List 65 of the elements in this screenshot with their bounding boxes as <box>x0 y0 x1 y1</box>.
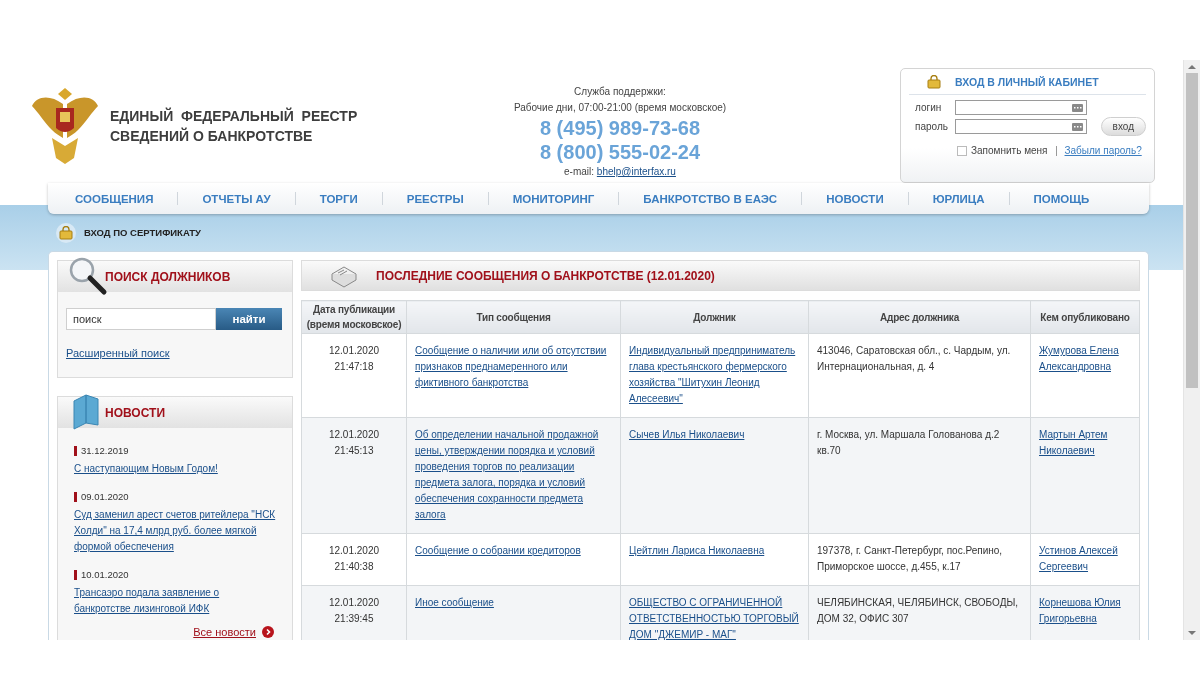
news-link[interactable]: Суд заменил арест счетов ритейлера "НСК Холди" на 17,4 млрд руб. более мягкой формой обеспечения <box>74 507 278 555</box>
address-cell: 197378, г. Санкт-Петербург, пос.Репино, Приморское шоссе, д.455, к.17 <box>808 533 1031 586</box>
time-text: 21:40:38 <box>333 560 375 574</box>
scroll-down-icon <box>1187 629 1197 637</box>
nav-link[interactable]: ЮРЛИЦА <box>908 192 1009 205</box>
site-title: ЕДИНЫЙ ФЕДЕРАЛЬНЫЙ РЕЕСТР СВЕДЕНИЙ О БАНКРОТСТВЕ <box>110 106 359 146</box>
nav-link[interactable]: РЕЕСТРЫ <box>382 192 488 205</box>
password-field[interactable] <box>954 119 1087 134</box>
nav-link[interactable]: МОНИТОРИНГ <box>488 192 619 205</box>
phone-number: 8 (495) 989-73-68 <box>538 116 702 140</box>
news-date: 31.12.2019 <box>74 446 129 456</box>
nav-link[interactable]: ОТЧЕТЫ АУ <box>178 192 295 205</box>
lock-icon <box>59 225 73 240</box>
address-cell: ЧЕЛЯБИНСКАЯ, ЧЕЛЯБИНСК, СВОБОДЫ, ДОМ 32, ОФИС 307 <box>808 585 1031 640</box>
section-title: ПОСЛЕДНИЕ СООБЩЕНИЯ О БАНКРОТСТВЕ (12.01.2020) <box>376 268 715 283</box>
nav-link[interactable]: СООБЩЕНИЯ <box>51 192 178 205</box>
login-field[interactable] <box>955 100 1087 115</box>
search-button[interactable]: найти <box>216 308 282 330</box>
login-label: логин <box>915 102 943 113</box>
nav-link[interactable]: ПОМОЩЬ <box>1009 192 1114 205</box>
address-cell: г. Москва, ул. Маршала Голованова д.2 кв.70 <box>808 417 1031 534</box>
column-header: Дата публикации (время московское) <box>301 300 407 334</box>
remember-label: Запомнить меня <box>971 145 1048 156</box>
debtor-link[interactable]: Сычев Илья Николаевич <box>629 427 802 443</box>
panel-title: НОВОСТИ <box>105 405 166 420</box>
password-label: пароль <box>915 121 949 132</box>
panel-title: ПОИСК ДОЛЖНИКОВ <box>105 269 231 284</box>
column-header: Кем опубликовано <box>1030 300 1140 334</box>
advanced-search-link[interactable]: Расширенный поиск <box>66 347 170 359</box>
keyboard-icon <box>1072 103 1083 112</box>
all-news-link[interactable]: Все новости <box>193 626 256 638</box>
news-date: 10.01.2020 <box>74 570 129 580</box>
scrollbar[interactable] <box>1183 60 1200 640</box>
certificate-login-link[interactable]: ВХОД ПО СЕРТИФИКАТУ <box>56 214 1183 251</box>
news-date: 09.01.2020 <box>74 492 129 502</box>
date-text: 12.01.2020 <box>327 596 381 610</box>
forgot-password-link[interactable]: Забыли пароль? <box>1064 145 1142 156</box>
time-text: 21:39:45 <box>333 612 375 626</box>
keyboard-icon <box>1071 122 1083 131</box>
time-text: 21:45:13 <box>333 444 375 458</box>
book-icon <box>72 393 100 431</box>
address-cell: 413046, Саратовская обл., с. Чардым, ул. Интернациональная, д. 4 <box>808 333 1031 418</box>
login-button[interactable]: вход <box>1100 117 1146 136</box>
support-hours: Рабочие дни, 07:00-21:00 (время московское) <box>512 101 728 115</box>
nav-link[interactable]: НОВОСТИ <box>802 192 908 205</box>
login-title: ВХОД В ЛИЧНЫЙ КАБИНЕТ <box>955 76 1099 88</box>
email-link[interactable]: bhelp@interfax.ru <box>596 166 676 177</box>
scroll-up-icon <box>1187 63 1197 71</box>
email-label: e-mail: <box>564 166 595 177</box>
date-text: 12.01.2020 <box>327 344 381 358</box>
search-field[interactable]: поиск <box>66 308 216 330</box>
column-header: Тип сообщения <box>406 300 621 334</box>
date-text: 12.01.2020 <box>327 544 381 558</box>
news-link[interactable]: Трансаэро подала заявление о банкротстве лизинговой ИФК <box>74 585 278 617</box>
column-header: Должник <box>620 300 809 334</box>
remember-checkbox[interactable] <box>957 145 967 156</box>
support-label: Служба поддержки: <box>573 85 667 99</box>
phone-number: 8 (800) 555-02-24 <box>538 140 702 164</box>
date-text: 12.01.2020 <box>327 428 381 442</box>
lock-icon <box>927 75 941 89</box>
nav-link[interactable]: ТОРГИ <box>295 192 382 205</box>
news-link[interactable]: С наступающим Новым Годом! <box>74 461 278 477</box>
column-header: Адрес должника <box>808 300 1031 334</box>
nav-link[interactable]: БАНКРОТСТВО В ЕАЭС <box>619 192 802 205</box>
time-text: 21:47:18 <box>333 360 375 374</box>
